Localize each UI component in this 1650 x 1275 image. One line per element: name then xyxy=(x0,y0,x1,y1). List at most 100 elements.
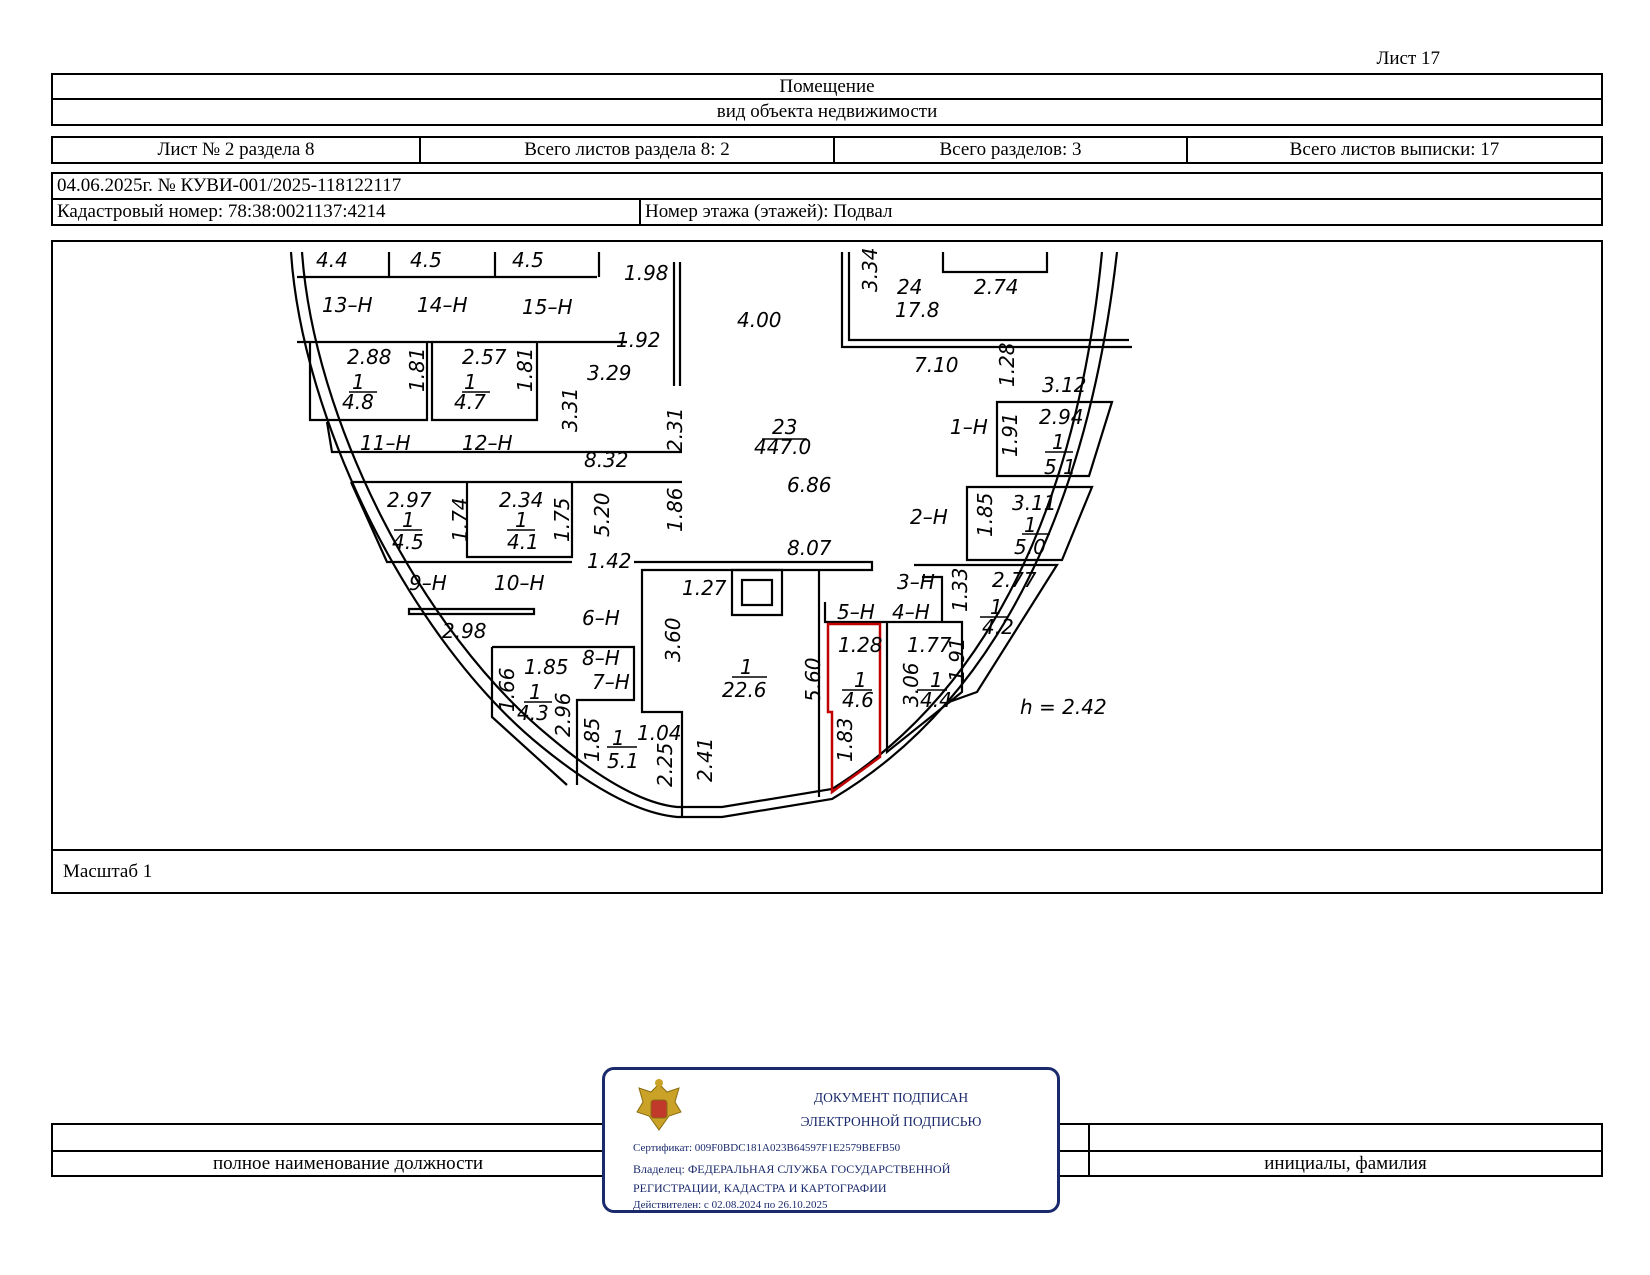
svg-text:3.60: 3.60 xyxy=(661,617,685,662)
svg-text:9–Н: 9–Н xyxy=(409,571,447,595)
svg-text:8–Н: 8–Н xyxy=(582,646,620,670)
svg-text:1.85: 1.85 xyxy=(973,492,997,537)
svg-text:8.32: 8.32 xyxy=(584,448,629,472)
doc-number-row: 04.06.2025г. № КУВИ-001/2025-118122117 xyxy=(51,172,1603,200)
svg-text:2.41: 2.41 xyxy=(693,737,717,782)
svg-text:3.29: 3.29 xyxy=(587,361,632,385)
svg-text:2–Н: 2–Н xyxy=(910,505,948,529)
object-title-text: Помещение xyxy=(779,75,875,97)
svg-text:2.94: 2.94 xyxy=(1039,405,1084,429)
svg-text:5.1: 5.1 xyxy=(1044,455,1076,479)
svg-text:1: 1 xyxy=(402,508,415,532)
svg-text:6.86: 6.86 xyxy=(787,473,832,497)
svg-text:3.06: 3.06 xyxy=(899,662,923,707)
svg-text:4.5: 4.5 xyxy=(392,530,424,554)
svg-text:1.42: 1.42 xyxy=(587,549,632,573)
floor-plan: 4.4 4.5 4.5 13–Н 14–Н 15–Н 1.98 4.00 24 17.8 2.… xyxy=(51,240,1603,849)
svg-text:5.60: 5.60 xyxy=(801,657,825,702)
total-sheets-section: Всего листов раздела 8: 2 xyxy=(421,138,835,162)
svg-text:5.1: 5.1 xyxy=(607,749,639,773)
svg-text:2.25: 2.25 xyxy=(653,742,677,787)
svg-text:2.77: 2.77 xyxy=(992,568,1037,592)
svg-text:3.31: 3.31 xyxy=(558,387,582,432)
svg-text:h = 2.42: h = 2.42 xyxy=(1020,695,1107,719)
svg-text:3–Н: 3–Н xyxy=(897,570,935,594)
svg-text:11–Н: 11–Н xyxy=(360,431,411,455)
svg-text:4.3: 4.3 xyxy=(517,701,549,725)
svg-text:2.98: 2.98 xyxy=(442,619,487,643)
svg-text:1.98: 1.98 xyxy=(624,261,669,285)
svg-text:4.00: 4.00 xyxy=(737,308,782,332)
stamp-title-2: ЭЛЕКТРОННОЙ ПОДПИСЬЮ xyxy=(800,1114,982,1129)
stamp-title-1: ДОКУМЕНТ ПОДПИСАН xyxy=(813,1090,969,1105)
object-subtitle: вид объекта недвижимости xyxy=(51,98,1603,126)
section-info-row: Лист № 2 раздела 8 Всего листов раздела … xyxy=(51,136,1603,164)
svg-text:2.57: 2.57 xyxy=(462,345,507,369)
svg-text:1.85: 1.85 xyxy=(580,717,604,762)
svg-text:3.11: 3.11 xyxy=(1012,491,1057,515)
svg-text:1.85: 1.85 xyxy=(524,655,569,679)
svg-text:12–Н: 12–Н xyxy=(462,431,513,455)
svg-text:1.81: 1.81 xyxy=(513,347,537,392)
object-title: Помещение xyxy=(51,73,1603,100)
svg-text:24: 24 xyxy=(897,275,922,299)
cadastral-row: Кадастровый номер: 78:38:0021137:4214 Но… xyxy=(51,198,1603,226)
svg-text:17.8: 17.8 xyxy=(895,298,940,322)
cadastral-number: Кадастровый номер: 78:38:0021137:4214 xyxy=(53,200,641,224)
svg-text:1.81: 1.81 xyxy=(405,347,429,392)
svg-text:1: 1 xyxy=(740,655,753,679)
total-sheets: Всего листов выписки: 17 xyxy=(1289,139,1500,160)
svg-text:1.91: 1.91 xyxy=(998,412,1022,457)
stamp-certificate: Сертификат: 009F0BDC181A023B64597F1E2579… xyxy=(633,1142,901,1154)
doc-date-number: 04.06.2025г. № КУВИ-001/2025-118122117 xyxy=(57,175,402,196)
svg-text:4.6: 4.6 xyxy=(842,688,874,712)
position-label: полное наименование должности xyxy=(212,1152,484,1174)
svg-text:5.20: 5.20 xyxy=(590,492,614,537)
svg-text:2.96: 2.96 xyxy=(551,692,575,737)
svg-text:1.75: 1.75 xyxy=(550,497,574,542)
svg-text:3.34: 3.34 xyxy=(858,247,882,292)
svg-text:5–Н: 5–Н xyxy=(837,600,875,624)
svg-text:1–Н: 1–Н xyxy=(950,415,988,439)
scale-row: Масштаб 1 xyxy=(51,849,1603,894)
svg-text:13–Н: 13–Н xyxy=(322,293,373,317)
svg-text:4–Н: 4–Н xyxy=(892,600,930,624)
svg-text:1.04: 1.04 xyxy=(637,721,682,745)
sheet-number: Лист 17 xyxy=(1376,48,1440,69)
scale-label: Масштаб 1 xyxy=(63,860,153,882)
svg-text:8.07: 8.07 xyxy=(787,536,832,560)
svg-text:5.0: 5.0 xyxy=(1014,535,1046,559)
svg-text:1.27: 1.27 xyxy=(682,576,727,600)
total-sections: Всего разделов: 3 xyxy=(835,138,1188,162)
stamp-owner-1: Владелец: ФЕДЕРАЛЬНАЯ СЛУЖБА ГОСУДАРСТВЕ… xyxy=(633,1162,951,1176)
svg-text:4.4: 4.4 xyxy=(920,688,952,712)
svg-text:1: 1 xyxy=(515,508,528,532)
floor-number: Номер этажа (этажей): Подвал xyxy=(645,201,893,222)
svg-text:10–Н: 10–Н xyxy=(494,571,545,595)
e-signature-stamp: ДОКУМЕНТ ПОДПИСАН ЭЛЕКТРОННОЙ ПОДПИСЬЮ С… xyxy=(602,1067,1060,1213)
svg-text:6–Н: 6–Н xyxy=(582,606,620,630)
sheet-no: Лист № 2 раздела 8 xyxy=(53,138,421,162)
svg-text:7.10: 7.10 xyxy=(914,353,959,377)
svg-text:1.33: 1.33 xyxy=(948,567,972,612)
svg-text:1.83: 1.83 xyxy=(833,717,857,762)
svg-text:1.91: 1.91 xyxy=(945,637,969,682)
svg-text:4.2: 4.2 xyxy=(982,615,1014,639)
object-subtitle-text: вид объекта недвижимости xyxy=(716,101,938,122)
stamp-owner-2: РЕГИСТРАЦИИ, КАДАСТРА И КАРТОГРАФИИ xyxy=(633,1181,887,1195)
svg-text:1.74: 1.74 xyxy=(448,497,472,542)
svg-text:4.4: 4.4 xyxy=(316,248,348,272)
svg-text:2.88: 2.88 xyxy=(347,345,392,369)
svg-text:1.28: 1.28 xyxy=(838,633,883,657)
svg-text:3.12: 3.12 xyxy=(1042,373,1087,397)
svg-text:22.6: 22.6 xyxy=(722,678,767,702)
svg-text:7–Н: 7–Н xyxy=(592,670,630,694)
svg-text:14–Н: 14–Н xyxy=(417,293,468,317)
svg-text:1.92: 1.92 xyxy=(616,328,661,352)
svg-text:4.8: 4.8 xyxy=(342,390,374,414)
svg-text:1.86: 1.86 xyxy=(663,487,687,532)
svg-text:2.31: 2.31 xyxy=(663,407,687,452)
stamp-valid: Действителен: с 02.08.2024 по 26.10.2025 xyxy=(633,1199,828,1211)
svg-text:4.5: 4.5 xyxy=(512,248,544,272)
svg-text:4.7: 4.7 xyxy=(454,390,486,414)
